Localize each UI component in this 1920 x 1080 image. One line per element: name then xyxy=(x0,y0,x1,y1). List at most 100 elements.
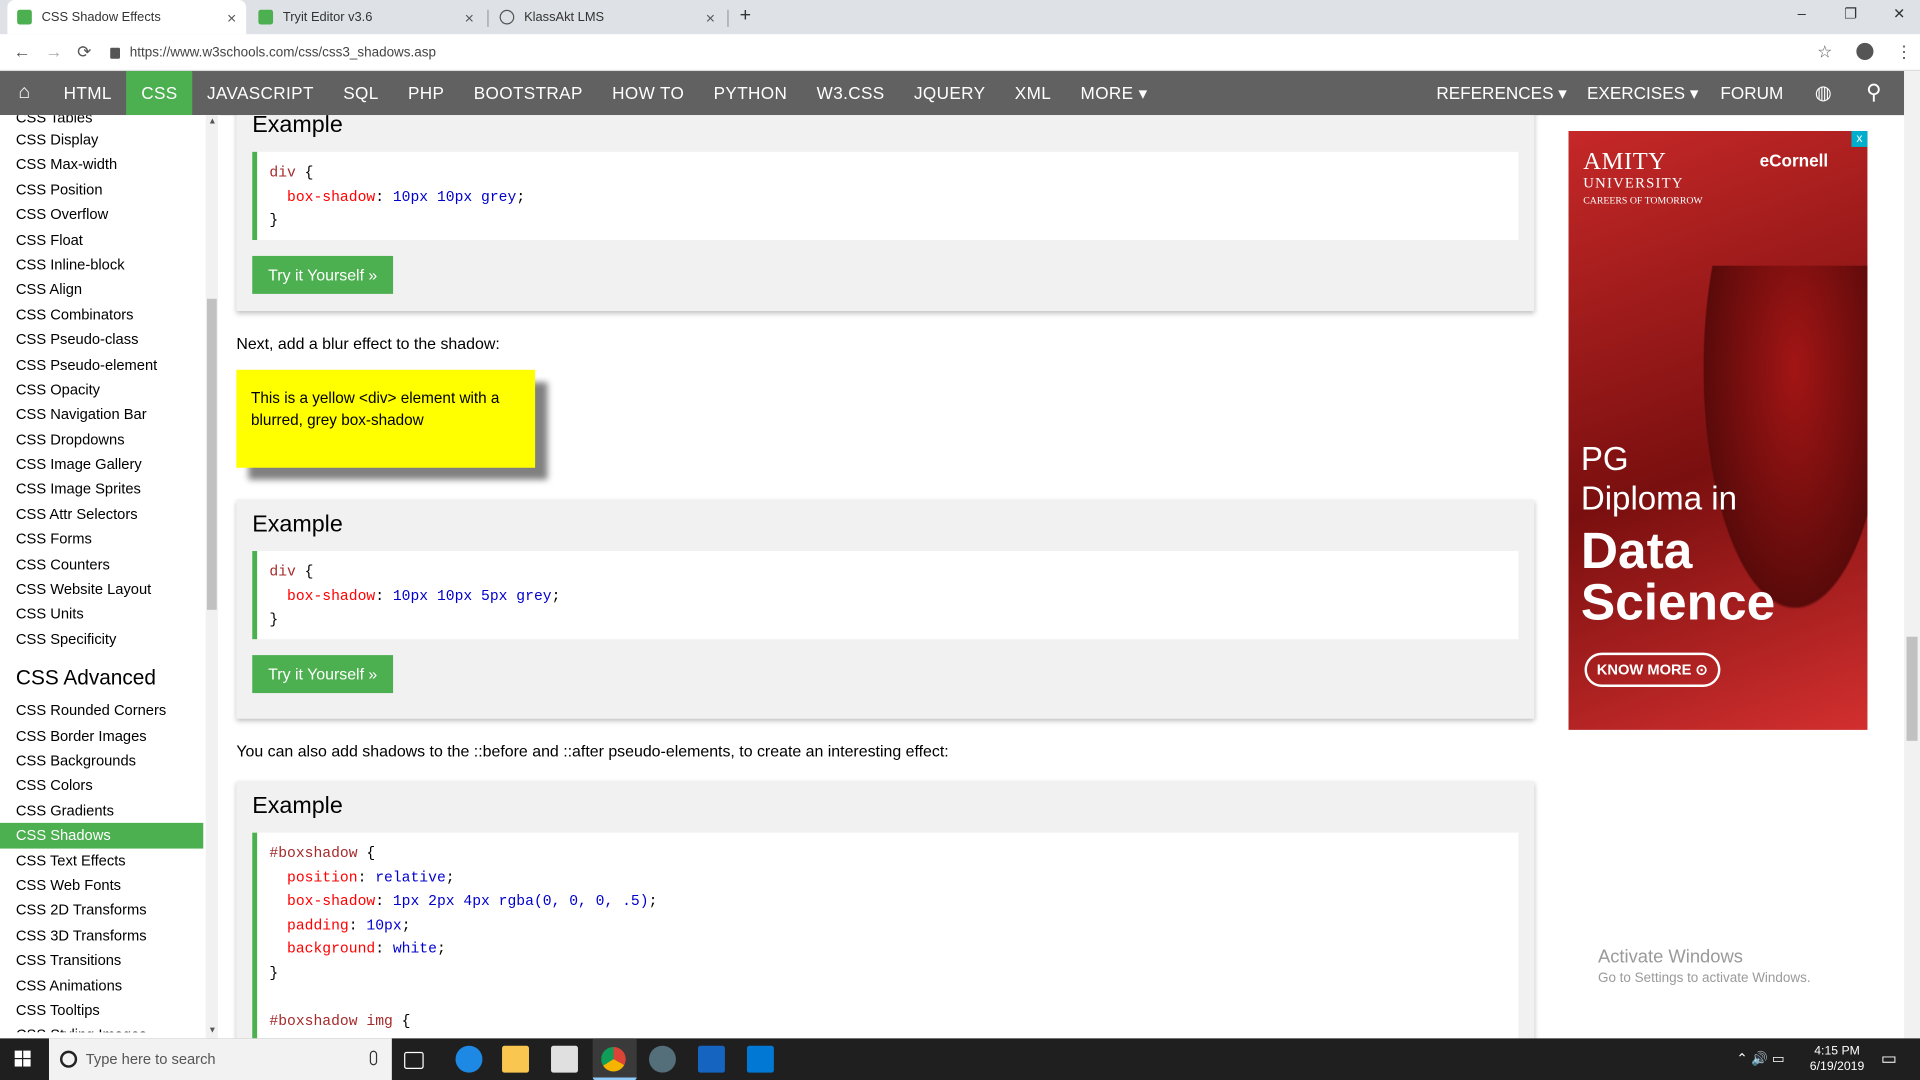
microphone-icon[interactable] xyxy=(369,1050,378,1066)
sidebar-item-css-border-images[interactable]: CSS Border Images xyxy=(0,723,203,748)
ad-close-icon[interactable]: x xyxy=(1851,131,1868,147)
taskbar-search-box[interactable]: Type here to search xyxy=(48,1038,392,1080)
nav-how-to[interactable]: HOW TO xyxy=(597,71,698,115)
sidebar-item-css-position[interactable]: CSS Position xyxy=(0,177,203,202)
forward-button[interactable]: → xyxy=(45,42,62,62)
sidebar-item-css-gradients[interactable]: CSS Gradients xyxy=(0,798,203,823)
taskbar-clock[interactable]: 4:15 PM 6/19/2019 xyxy=(1810,1043,1864,1075)
windows-taskbar: Type here to search ⌃ 🔊 ▭ 4:15 PM 6/19/2… xyxy=(0,1038,1920,1080)
nav-xml[interactable]: XML xyxy=(1000,71,1066,115)
sidebar-item-css-animations[interactable]: CSS Animations xyxy=(0,973,203,998)
sidebar-item-css-image-gallery[interactable]: CSS Image Gallery xyxy=(0,452,203,477)
sidebar-item-css-2d-transforms[interactable]: CSS 2D Transforms xyxy=(0,898,203,923)
sidebar-item-css-backgrounds[interactable]: CSS Backgrounds xyxy=(0,748,203,773)
nav-references[interactable]: REFERENCES ▾ xyxy=(1436,71,1567,115)
sidebar-item-css-3d-transforms[interactable]: CSS 3D Transforms xyxy=(0,923,203,948)
minimize-button[interactable]: – xyxy=(1798,5,1806,22)
account-icon[interactable] xyxy=(1856,42,1874,61)
tab-tryit-editor[interactable]: Tryit Editor v3.6 × xyxy=(249,0,484,34)
try-it-yourself-button[interactable]: Try it Yourself » xyxy=(252,255,394,294)
nav-exercises[interactable]: EXERCISES ▾ xyxy=(1587,71,1699,115)
tab-close-icon[interactable]: × xyxy=(227,8,236,26)
edge-icon[interactable] xyxy=(455,1045,483,1073)
sidebar-item-css-transitions[interactable]: CSS Transitions xyxy=(0,948,203,973)
nav-sql[interactable]: SQL xyxy=(329,71,394,115)
nav-css[interactable]: CSS xyxy=(126,71,193,116)
sidebar-item-css-attr-selectors[interactable]: CSS Attr Selectors xyxy=(0,502,203,527)
sidebar-scrollbar-thumb[interactable] xyxy=(206,298,217,610)
vscode-icon[interactable] xyxy=(746,1045,774,1073)
sidebar-item-css-specificity[interactable]: CSS Specificity xyxy=(0,627,203,652)
sidebar-item-css-tooltips[interactable]: CSS Tooltips xyxy=(0,998,203,1023)
sidebar-item-partial[interactable]: CSS Styling Images xyxy=(0,1023,203,1032)
nav-html[interactable]: HTML xyxy=(49,71,127,115)
sidebar-item-css-rounded-corners[interactable]: CSS Rounded Corners xyxy=(0,698,203,723)
code-block-1: div { box-shadow: 10px 10px grey; } xyxy=(252,151,1519,241)
try-it-yourself-button[interactable]: Try it Yourself » xyxy=(252,655,394,694)
sidebar-item-css-pseudo-class[interactable]: CSS Pseudo-class xyxy=(0,327,203,352)
advertisement-banner[interactable]: AMITY UNIVERSITY CAREERS OF TOMORROW eCo… xyxy=(1568,131,1868,730)
sidebar-item-css-navigation-bar[interactable]: CSS Navigation Bar xyxy=(0,402,203,427)
tab-close-icon[interactable]: × xyxy=(706,8,715,26)
sidebar-item-css-inline-block[interactable]: CSS Inline-block xyxy=(0,252,203,277)
tab-css-shadow-effects[interactable]: CSS Shadow Effects × xyxy=(7,0,247,35)
store-icon[interactable] xyxy=(551,1045,578,1073)
nav-python[interactable]: PYTHON xyxy=(699,71,802,115)
sidebar-item-css-web-fonts[interactable]: CSS Web Fonts xyxy=(0,873,203,898)
chrome-logo-icon xyxy=(601,1046,626,1072)
sidebar-item-css-image-sprites[interactable]: CSS Image Sprites xyxy=(0,477,203,502)
sidebar-item-css-counters[interactable]: CSS Counters xyxy=(0,552,203,577)
sidebar-item-css-display[interactable]: CSS Display xyxy=(0,127,203,152)
back-button[interactable]: ← xyxy=(13,42,30,62)
sidebar-item-css-float[interactable]: CSS Float xyxy=(0,227,203,252)
bookmark-star-icon[interactable]: ☆ xyxy=(1817,42,1832,63)
page-scrollbar-thumb[interactable] xyxy=(1906,636,1918,741)
sidebar-item-css-combinators[interactable]: CSS Combinators xyxy=(0,302,203,327)
url-field[interactable]: https://www.w3schools.com/css/css3_shado… xyxy=(110,38,1843,67)
nav-jquery[interactable]: JQUERY xyxy=(899,71,1000,115)
sidebar-item-css-shadows[interactable]: CSS Shadows xyxy=(0,823,204,849)
sidebar-item-css-max-width[interactable]: CSS Max-width xyxy=(0,152,203,177)
windows-start-icon[interactable] xyxy=(14,1050,32,1068)
sidebar-item-partial[interactable]: CSS Tables xyxy=(0,115,203,127)
app-icon[interactable] xyxy=(648,1045,676,1073)
sidebar-item-css-overflow[interactable]: CSS Overflow xyxy=(0,202,203,227)
sidebar: CSS Tables CSS Display CSS Max-width CSS P… xyxy=(0,115,221,1039)
nav-forum[interactable]: FORUM xyxy=(1720,71,1783,115)
nav-javascript[interactable]: JAVASCRIPT xyxy=(192,71,328,115)
scroll-up-arrow-icon[interactable]: ▲ xyxy=(208,118,216,127)
word-icon[interactable] xyxy=(697,1045,725,1073)
know-more-button[interactable]: KNOW MORE ⊙ xyxy=(1584,652,1721,687)
system-tray-icons[interactable]: ⌃ 🔊 ▭ xyxy=(1736,1051,1784,1067)
sidebar-item-css-dropdowns[interactable]: CSS Dropdowns xyxy=(0,427,203,452)
ecornell-logo: eCornell xyxy=(1759,150,1829,171)
nav-more[interactable]: MORE ▾ xyxy=(1066,71,1162,115)
task-view-icon[interactable] xyxy=(404,1051,424,1069)
sidebar-item-css-text-effects[interactable]: CSS Text Effects xyxy=(0,848,203,873)
maximize-button[interactable]: ❐ xyxy=(1844,5,1857,22)
sidebar-item-css-units[interactable]: CSS Units xyxy=(0,602,203,627)
page-scrollbar[interactable] xyxy=(1904,71,1920,1039)
scroll-down-arrow-icon[interactable]: ▼ xyxy=(208,1026,216,1035)
nav-w3css[interactable]: W3.CSS xyxy=(802,71,899,115)
notifications-icon[interactable]: ▭ xyxy=(1881,1048,1897,1069)
reload-button[interactable]: ⟳ xyxy=(77,42,91,63)
home-icon[interactable]: ⌂ xyxy=(0,71,49,115)
new-tab-button[interactable]: + xyxy=(740,5,751,27)
sidebar-item-css-forms[interactable]: CSS Forms xyxy=(0,527,203,552)
file-explorer-icon[interactable] xyxy=(502,1045,529,1073)
tab-close-icon[interactable]: × xyxy=(465,8,474,26)
browser-menu-icon[interactable]: ⋮ xyxy=(1896,42,1913,63)
close-window-button[interactable]: ✕ xyxy=(1893,5,1905,22)
tab-klassakt-lms[interactable]: KlassAkt LMS × xyxy=(490,0,725,34)
sidebar-item-css-website-layout[interactable]: CSS Website Layout xyxy=(0,577,203,602)
sidebar-item-css-colors[interactable]: CSS Colors xyxy=(0,773,203,798)
globe-icon[interactable]: ◍ xyxy=(1815,71,1832,115)
search-icon[interactable]: ⚲ xyxy=(1866,71,1881,115)
nav-php[interactable]: PHP xyxy=(393,71,459,115)
sidebar-item-css-align[interactable]: CSS Align xyxy=(0,277,203,302)
sidebar-item-css-opacity[interactable]: CSS Opacity xyxy=(0,377,203,402)
lock-icon xyxy=(110,47,121,59)
nav-bootstrap[interactable]: BOOTSTRAP xyxy=(459,71,597,115)
sidebar-item-css-pseudo-element[interactable]: CSS Pseudo-element xyxy=(0,352,203,377)
